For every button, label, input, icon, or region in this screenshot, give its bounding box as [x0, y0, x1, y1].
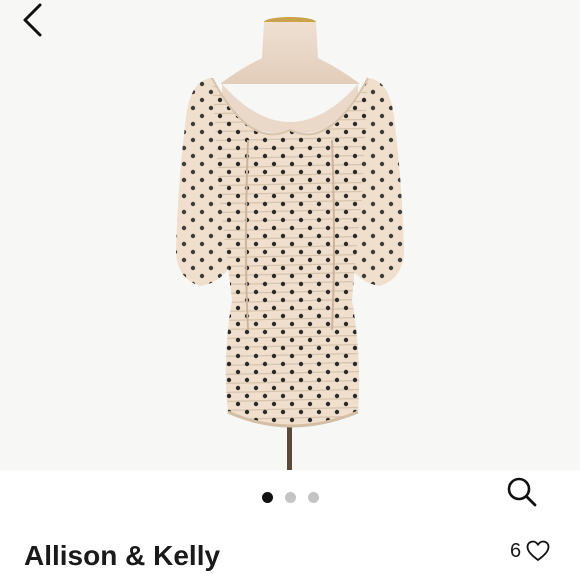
carousel-dot-3[interactable]: [307, 492, 319, 503]
zoom-button[interactable]: [502, 472, 542, 512]
back-button[interactable]: [14, 0, 50, 40]
search-icon: [507, 477, 537, 507]
like-count: 6: [510, 539, 522, 562]
mannequin-neck: [220, 22, 360, 84]
chevron-left-icon: [23, 3, 42, 37]
carousel-dot-2[interactable]: [284, 492, 296, 503]
like-button[interactable]: 6: [510, 537, 550, 565]
brand-name[interactable]: Allison & Kelly: [24, 540, 220, 572]
heart-outline-icon: [526, 540, 550, 561]
carousel-indicator: [0, 492, 580, 506]
carousel-dot-1[interactable]: [261, 492, 273, 503]
product-photo[interactable]: [0, 0, 580, 470]
